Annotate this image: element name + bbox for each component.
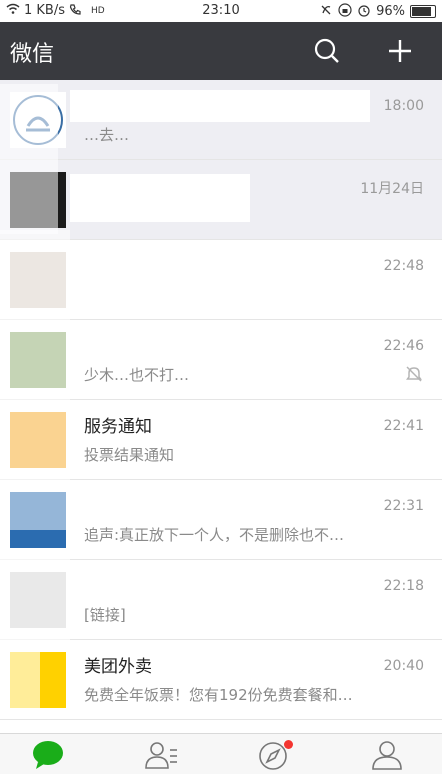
chats-tab[interactable] — [30, 738, 66, 772]
battery-percent: 96% — [376, 4, 405, 19]
add-button[interactable] — [381, 32, 419, 70]
chat-preview: …去… — [84, 126, 130, 144]
page-title: 微信 — [10, 42, 55, 67]
chat-list: …去… 18:00 11月24日 22:48 少木…也不打… 22:46 服务通… — [0, 80, 442, 733]
chat-time: 22:31 — [383, 498, 424, 514]
redaction-overlay — [0, 84, 58, 234]
status-bar: 1 KB/s HD 23:10 96% — [0, 0, 442, 22]
chat-time: 18:00 — [383, 98, 424, 114]
person-icon — [372, 741, 402, 770]
contacts-icon — [145, 742, 177, 769]
chat-name: 服务通知 — [84, 417, 152, 437]
chat-preview: [链接] — [84, 606, 126, 624]
redaction-overlay — [0, 550, 70, 650]
redaction-overlay — [70, 572, 130, 594]
chat-row[interactable]: 美团外卖 免费全年饭票！您有192份免费套餐和… 20:40 — [0, 640, 442, 720]
chat-preview: 少木…也不打… — [84, 366, 190, 384]
search-icon — [314, 38, 339, 63]
chat-time: 22:41 — [383, 418, 424, 434]
redaction-overlay — [0, 460, 70, 530]
battery-icon — [410, 5, 436, 18]
chat-time: 22:18 — [383, 578, 424, 594]
redaction-overlay — [70, 174, 250, 222]
chat-time: 22:48 — [383, 258, 424, 274]
redaction-overlay — [70, 332, 190, 356]
search-button[interactable] — [308, 32, 346, 70]
redaction-overlay — [70, 492, 130, 514]
app-header: 微信 — [0, 22, 442, 80]
discover-tab[interactable] — [256, 738, 293, 772]
redaction-overlay — [0, 230, 70, 310]
chat-preview: 免费全年饭票！您有192份免费套餐和… — [84, 686, 353, 704]
vpn-icon — [319, 3, 333, 20]
chat-bubble-icon — [33, 741, 63, 769]
me-tab[interactable] — [369, 738, 405, 772]
redaction-overlay — [0, 310, 70, 460]
redaction-overlay — [0, 640, 40, 710]
alarm-icon — [357, 3, 371, 20]
redaction-overlay — [70, 252, 340, 300]
chat-time: 20:40 — [383, 658, 424, 674]
chat-name: 美团外卖 — [84, 657, 152, 677]
contacts-tab[interactable] — [143, 738, 179, 772]
chat-preview: 投票结果通知 — [84, 446, 175, 464]
mute-icon — [404, 364, 424, 384]
chat-preview: 追声:真正放下一个人，不是删除也不… — [84, 526, 345, 544]
chat-time: 22:46 — [383, 338, 424, 354]
tab-bar — [0, 733, 442, 774]
redaction-overlay — [70, 90, 370, 122]
chat-time: 11月24日 — [360, 181, 424, 197]
lock-rotation-icon — [338, 3, 352, 20]
notification-dot — [284, 740, 293, 749]
plus-icon — [389, 40, 411, 62]
